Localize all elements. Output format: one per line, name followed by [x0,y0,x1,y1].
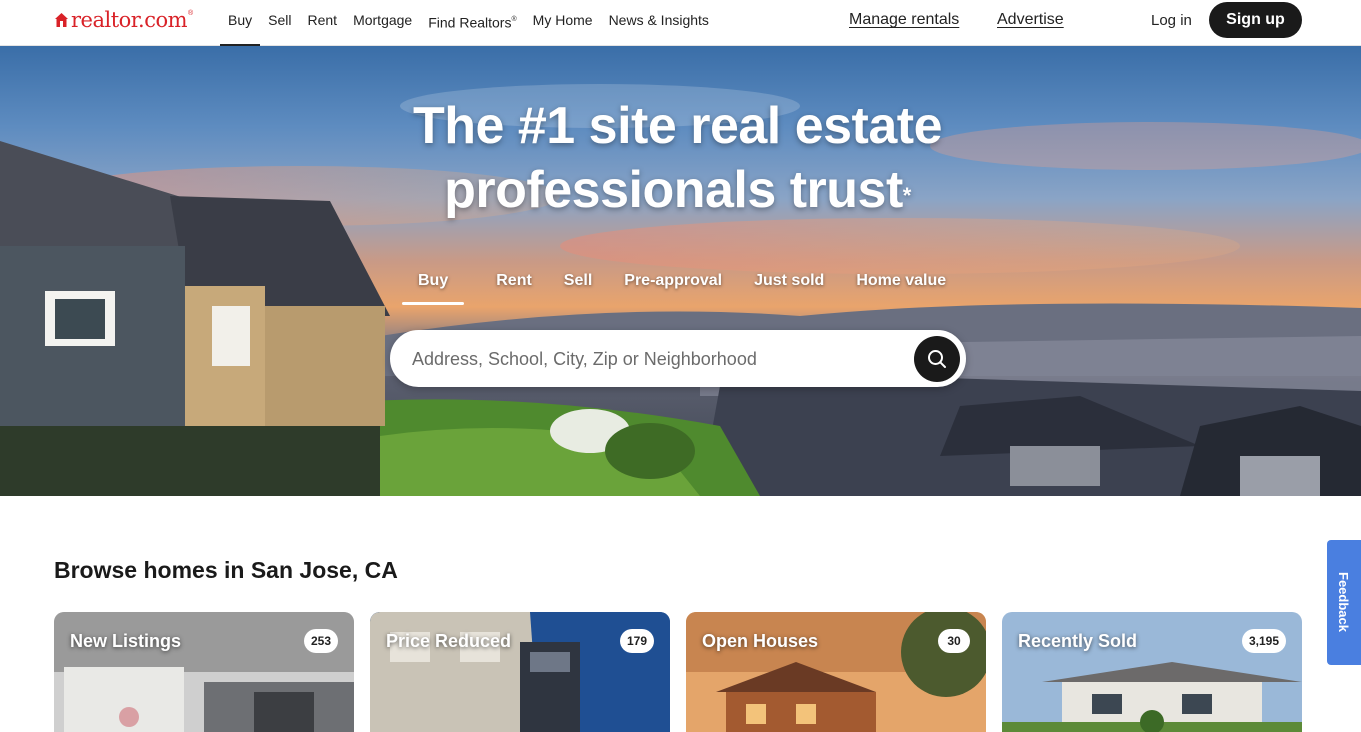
card-price-reduced[interactable]: Price Reduced 179 [370,612,670,732]
search-input[interactable] [412,342,892,376]
card-count-badge: 3,195 [1241,629,1286,653]
search-bar [390,330,966,387]
hero-title-line2: professionals trust [444,161,903,219]
manage-rentals-link[interactable]: Manage rentals [849,11,959,29]
card-image [686,612,986,732]
card-label: Open Houses [702,631,819,651]
search-button[interactable] [914,336,960,382]
search-tabs: Buy Rent Sell Pre-approval Just sold Hom… [402,270,978,305]
hero-title: The #1 site real estate professionals tr… [0,94,1355,222]
brand-name: realtor.com [71,8,188,32]
card-label: Recently Sold [1018,631,1138,651]
browse-section-title: Browse homes in San Jose, CA [54,557,398,583]
realtor-logo[interactable]: realtor.com ® [54,8,193,32]
nav-item-sell[interactable]: Sell [268,0,291,46]
card-count-badge: 30 [938,629,970,653]
nav-item-mortgage[interactable]: Mortgage [353,0,412,46]
main-nav: Buy Sell Rent Mortgage Find Realtors® My… [219,0,725,46]
feedback-tab[interactable]: Feedback [1327,540,1361,665]
tab-rent[interactable]: Rent [496,270,532,305]
tab-sell[interactable]: Sell [564,270,592,305]
card-open-houses[interactable]: Open Houses 30 [686,612,986,732]
hero-title-footnote-mark: * [902,183,912,208]
hero-banner: The #1 site real estate professionals tr… [0,46,1361,496]
nav-item-find-realtors[interactable]: Find Realtors® [428,0,516,46]
hero-title-line1: The #1 site real estate [412,97,943,155]
feedback-label: Feedback [1336,572,1351,632]
nav-item-news-insights[interactable]: News & Insights [609,0,709,46]
card-label: New Listings [70,631,182,651]
advertise-link[interactable]: Advertise [997,11,1064,29]
house-logo-icon [55,13,68,27]
tab-home-value[interactable]: Home value [856,270,946,305]
brand-registered-mark: ® [188,9,194,17]
tab-pre-approval[interactable]: Pre-approval [624,270,722,305]
nav-item-my-home[interactable]: My Home [533,0,593,46]
nav-item-buy[interactable]: Buy [219,0,261,46]
card-label: Price Reduced [386,631,512,651]
card-count-badge: 253 [303,629,338,653]
tab-just-sold[interactable]: Just sold [754,270,824,305]
registered-mark: ® [511,16,517,23]
login-link[interactable]: Log in [1151,12,1192,29]
card-new-listings[interactable]: New Listings 253 [54,612,354,732]
card-recently-sold[interactable]: Recently Sold 3,195 [1002,612,1302,732]
nav-item-find-realtors-label: Find Realtors [428,14,512,31]
nav-item-rent[interactable]: Rent [307,0,337,46]
card-count-badge: 179 [619,629,654,653]
tab-buy[interactable]: Buy [402,270,465,305]
top-header: realtor.com ® Buy Sell Rent Mortgage Fin… [0,0,1361,46]
signup-button[interactable]: Sign up [1209,2,1302,38]
search-icon [928,350,946,368]
